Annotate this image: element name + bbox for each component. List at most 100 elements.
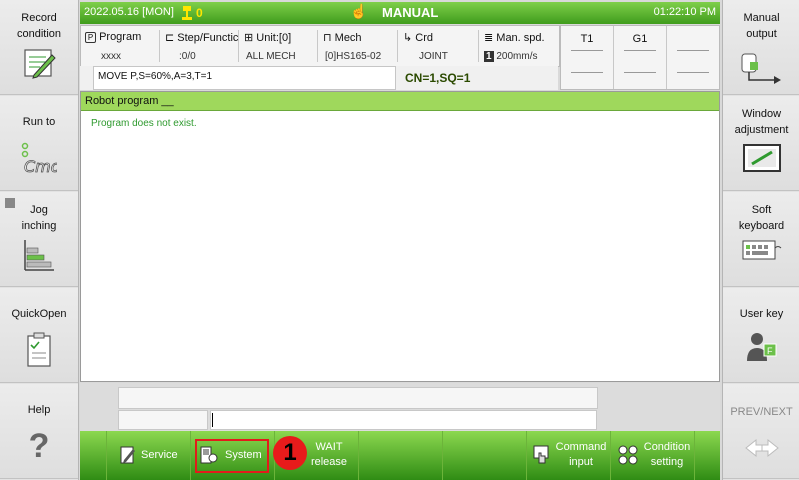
run-to-button[interactable]: Run to Cmd [0,96,78,191]
mech-value: [0]HS165-02 [325,51,382,62]
info-panel: P Program xxxx ⊏ Step/Functic :0/0 ⊞ Uni… [80,25,560,67]
unit-value: ALL MECH [246,51,296,62]
mech-label: Mech [334,32,362,44]
status-bar: 2022.05.16 [MON] 0 ☝ MANUAL 01:22:10 PM [80,2,720,24]
jog-inching-button[interactable]: Jog inching [0,192,78,287]
input-label: input [569,456,593,468]
pencil-icon [24,49,56,79]
program-icon: P [85,32,96,43]
command-display[interactable]: MOVE P,S=60%,A=3,T=1 [93,66,396,90]
command-input-button[interactable]: Command input [526,431,610,480]
cmd-icon: Cmd [21,142,57,176]
record-condition-button[interactable]: Record condition [0,0,78,95]
fkey-blank-1[interactable] [80,431,106,480]
group-label: G1 [632,33,648,45]
date-display: 2022.05.16 [MON] [84,6,174,18]
manual-output-button[interactable]: Manual output [723,0,799,95]
program-panel-header: Robot program __ [81,92,719,111]
program-cell[interactable]: P Program xxxx [81,26,160,66]
soft-keyboard-button[interactable]: Soft keyboard [723,192,799,287]
soft-keyboard-label-2: keyboard [738,220,785,232]
condition-setting-button[interactable]: Condition setting [610,431,694,480]
crd-value: JOINT [419,51,448,62]
fkey-blank-2[interactable] [358,431,442,480]
manual-output-label-1: Manual [743,12,780,24]
quickopen-button[interactable]: QuickOpen [0,288,78,383]
wait-release-label: WAIT release [309,440,349,470]
mech-cell[interactable]: ⊓ Mech [0]HS165-02 [319,26,398,66]
fkey-blank-3[interactable] [442,431,526,480]
hand-touch-icon [533,445,549,464]
tool-column-2: G1 [614,26,667,89]
prev-next-label: PREV/NEXT [730,406,793,418]
cn-sq-display: CN=1,SQ=1 [405,71,471,85]
program-message: Program does not exist. [91,118,197,129]
input-area [80,383,720,431]
condition-icon [618,445,638,465]
wait-label: WAIT [315,441,343,453]
step-badge: 1 [273,436,307,470]
manual-output-label-2: output [746,28,777,40]
speed-cell[interactable]: ≣ Man. spd. 1 200mm/s [480,26,559,66]
jog-indicator [5,198,15,208]
release-label: release [310,456,348,468]
message-line [118,387,598,409]
soft-keyboard-label-1: Soft [751,204,772,216]
svg-text:Cmd: Cmd [24,157,57,176]
crd-label: Crd [415,32,434,44]
fkey-blank-4[interactable] [694,431,720,480]
step-cell[interactable]: ⊏ Step/Functic :0/0 [161,26,239,66]
speed-label: Man. spd. [496,32,545,44]
crd-cell[interactable]: ↳ Crd JOINT [399,26,479,66]
input-field[interactable] [210,410,597,430]
crd-icon: ↳ [403,32,413,44]
keyboard-icon [742,240,781,260]
window-adjustment-label-2: adjustment [734,124,789,136]
record-condition-label-2: condition [16,28,62,40]
window-adjustment-button[interactable]: Window adjustment [723,96,799,191]
tool-column-1: T1 [561,26,614,89]
mech-icon: ⊓ [323,32,332,44]
program-label: Program [99,31,142,43]
step-label: Step/Functic [177,32,239,44]
arrows-icon [744,438,779,458]
condition-setting-label: Condition setting [641,440,693,470]
prev-next-button[interactable]: PREV/NEXT [723,384,799,479]
time-display: 01:22:10 PM [653,6,716,18]
text-cursor [212,413,213,427]
unit-icon: ⊞ [244,32,254,44]
robot-program-panel[interactable]: Robot program __ Program does not exist. [80,91,720,382]
condition-label: Condition [643,441,691,453]
system-highlight-box [195,439,269,473]
stack-icon [182,6,192,20]
command-row: MOVE P,S=60%,A=3,T=1 CN=1,SQ=1 [80,66,558,90]
command-label: Command [555,441,607,453]
command-text: MOVE P,S=60%,A=3,T=1 [98,71,213,82]
svg-text:F: F [767,346,773,356]
unit-cell[interactable]: ⊞ Unit:[0] ALL MECH [240,26,318,66]
unit-label: Unit:[0] [256,32,292,44]
user-key-label: User key [739,308,784,320]
help-button[interactable]: Help ? [0,384,78,479]
command-input-label: Command input [555,440,607,470]
tool-group-panel: T1 G1 [560,25,720,90]
input-prompt-box [118,410,208,430]
user-key-button[interactable]: User key F [723,288,799,383]
speed-icon: ≣ [484,32,494,44]
help-label: Help [27,404,51,416]
stack-count: 0 [196,6,203,20]
service-button[interactable]: Service [106,431,190,480]
service-label: Service [141,449,178,461]
setting-label: setting [650,456,684,468]
step-value: :0/0 [179,51,196,62]
hand-icon: ☝ [350,3,368,19]
service-icon [120,446,135,464]
question-icon: ? [28,427,50,465]
speed-value: 200mm/s [496,51,538,62]
step-icon: ⊏ [165,32,175,44]
left-side-panel: Record condition Run to Cmd Jog inching Qu… [0,0,79,480]
record-condition-label-1: Record [21,12,57,24]
mode-indicator: MANUAL [382,5,439,20]
run-to-label: Run to [22,116,56,128]
tool-column-3 [667,26,719,89]
